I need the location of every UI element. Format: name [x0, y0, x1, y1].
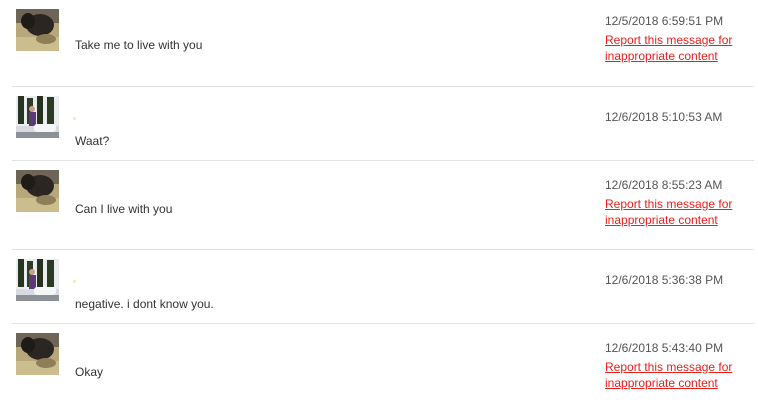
- avatar[interactable]: [16, 170, 59, 212]
- avatar[interactable]: [16, 333, 59, 375]
- message-timestamp: 12/6/2018 5:43:40 PM: [605, 341, 724, 355]
- divider: [12, 160, 754, 161]
- message-text: Okay: [75, 365, 104, 379]
- avatar[interactable]: [16, 96, 59, 138]
- message-timestamp: 12/5/2018 6:59:51 PM: [605, 14, 724, 28]
- divider: [12, 86, 754, 87]
- user-photo-dark-icon: [16, 9, 59, 51]
- user-photo-dark-icon: [16, 333, 59, 375]
- divider: [12, 323, 754, 324]
- avatar[interactable]: [16, 9, 59, 51]
- message-timestamp: 12/6/2018 5:10:53 AM: [605, 110, 723, 124]
- message-text: Take me to live with you: [75, 38, 203, 52]
- user-photo-trees-icon: [16, 259, 59, 301]
- message-text: negative. i dont know you.: [75, 297, 214, 311]
- message-timestamp: 12/6/2018 5:36:38 PM: [605, 273, 724, 287]
- user-photo-dark-icon: [16, 170, 59, 212]
- report-message-link[interactable]: Report this message for inappropriate co…: [605, 196, 750, 228]
- report-message-link[interactable]: Report this message for inappropriate co…: [605, 32, 750, 64]
- message-thread: Take me to live with you 12/5/2018 6:59:…: [0, 0, 758, 406]
- user-photo-trees-icon: [16, 96, 59, 138]
- message-timestamp: 12/6/2018 8:55:23 AM: [605, 178, 723, 192]
- sender-marker: [73, 117, 76, 120]
- sender-marker: [73, 280, 76, 283]
- report-message-link[interactable]: Report this message for inappropriate co…: [605, 359, 750, 391]
- message-text: Can I live with you: [75, 202, 173, 216]
- divider: [12, 249, 754, 250]
- message-text: Waat?: [75, 134, 110, 148]
- avatar[interactable]: [16, 259, 59, 301]
